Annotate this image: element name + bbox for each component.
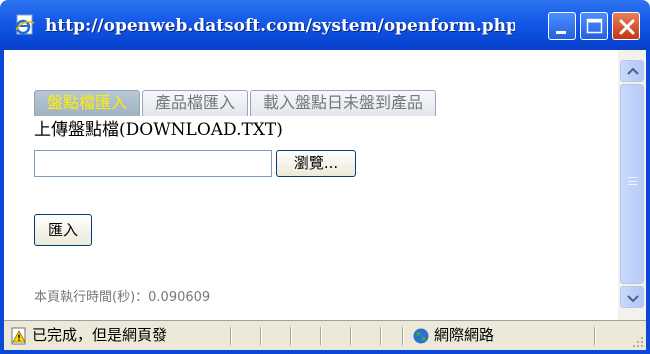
globe-icon — [413, 328, 429, 344]
browse-button[interactable]: 瀏覽... — [276, 150, 356, 177]
status-divider — [290, 327, 292, 345]
status-divider — [230, 327, 232, 345]
tab-bar: 盤點檔匯入 產品檔匯入 載入盤點日未盤到產品 — [34, 90, 438, 116]
maximize-icon — [586, 18, 603, 34]
chevron-up-icon — [627, 67, 639, 75]
scroll-down-button[interactable] — [620, 286, 644, 308]
status-divider — [320, 327, 322, 345]
window-frame-right — [646, 50, 650, 354]
close-button[interactable] — [612, 12, 640, 40]
maximize-button[interactable] — [580, 12, 608, 40]
resize-grip-icon[interactable] — [630, 334, 644, 348]
import-button[interactable]: 匯入 — [34, 214, 92, 246]
close-icon — [619, 19, 635, 35]
upload-label: 上傳盤點檔(DOWNLOAD.TXT) — [34, 120, 283, 140]
vertical-scrollbar[interactable] — [618, 50, 646, 320]
page-content: 盤點檔匯入 產品檔匯入 載入盤點日未盤到產品 上傳盤點檔(DOWNLOAD.TX… — [4, 50, 618, 320]
window-title: http://openweb.datsoft.com/system/openfo… — [45, 16, 515, 36]
status-divider — [402, 327, 404, 345]
file-path-input[interactable] — [34, 150, 272, 177]
tab-product-import[interactable]: 產品檔匯入 — [142, 90, 249, 116]
status-divider — [380, 327, 382, 345]
minimize-button[interactable] — [548, 12, 576, 40]
status-divider — [260, 327, 262, 345]
minimize-icon — [556, 31, 566, 34]
warning-page-icon — [11, 327, 26, 345]
tab-inventory-import[interactable]: 盤點檔匯入 — [34, 90, 141, 116]
execution-time-text: 本頁執行時間(秒)：0.090609 — [34, 290, 211, 305]
status-bar: 已完成，但是網頁發 網際網路 — [4, 320, 646, 350]
scroll-thumb[interactable] — [620, 84, 644, 284]
status-text: 已完成，但是網頁發 — [32, 326, 168, 344]
scroll-up-button[interactable] — [620, 60, 644, 82]
ie-page-icon — [15, 14, 35, 35]
window-frame-bottom — [0, 350, 650, 354]
security-zone-text: 網際網路 — [434, 326, 495, 344]
title-bar[interactable]: http://openweb.datsoft.com/system/openfo… — [0, 0, 650, 50]
scroll-grip-icon — [628, 177, 637, 185]
status-divider — [594, 327, 596, 345]
chevron-down-icon — [627, 295, 639, 303]
status-divider — [350, 327, 352, 345]
tab-load-uncounted-products[interactable]: 載入盤點日未盤到產品 — [250, 90, 437, 116]
